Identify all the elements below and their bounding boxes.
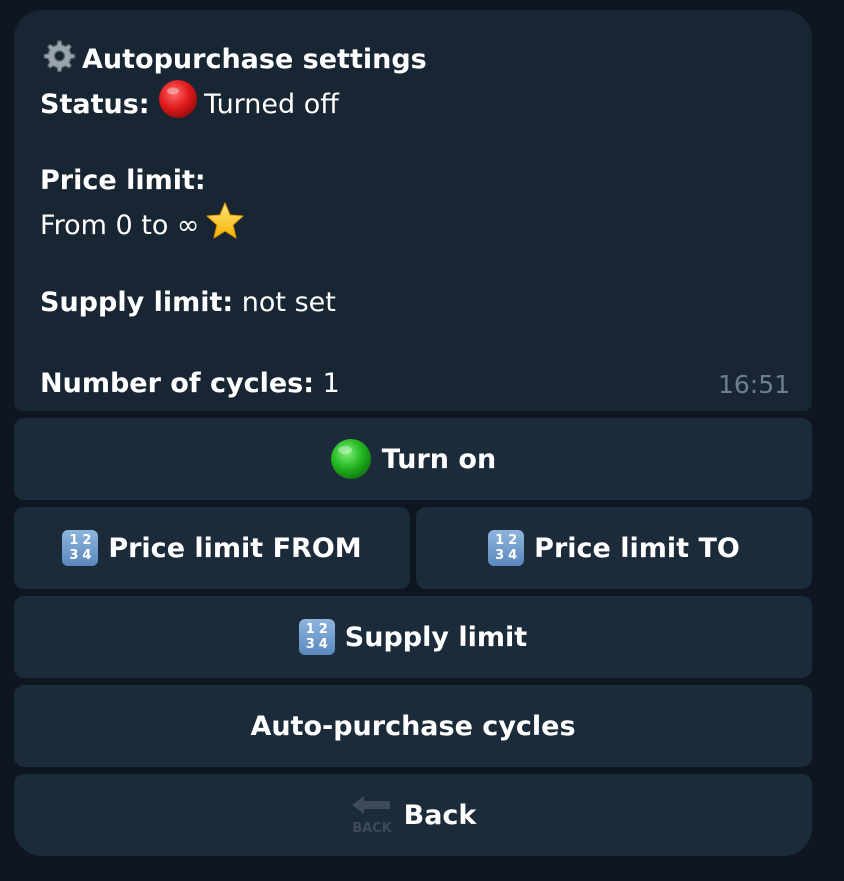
auto-purchase-cycles-label: Auto-purchase cycles <box>250 710 576 742</box>
green-circle-icon <box>330 438 372 480</box>
price-limit-line: From 0 to ∞ <box>40 201 786 242</box>
status-label: Status: <box>40 89 150 120</box>
svg-text:BACK: BACK <box>352 821 393 836</box>
message-bubble: Autopurchase settings Status: Turned off… <box>14 10 812 411</box>
numbers-icon: 1234 <box>298 619 335 655</box>
status-line: Status: Turned off <box>40 79 786 120</box>
cycles-label: Number of cycles: <box>40 368 315 399</box>
auto-purchase-cycles-button[interactable]: Auto-purchase cycles <box>14 685 812 767</box>
cycles-line: Number of cycles: 1 <box>40 363 786 404</box>
settings-title-line: Autopurchase settings <box>40 38 786 79</box>
price-limit-to-button[interactable]: 1234 Price limit TO <box>416 507 812 589</box>
supply-limit-label: Supply limit: <box>40 287 234 318</box>
price-limit-from-button[interactable]: 1234 Price limit FROM <box>14 507 410 589</box>
turn-on-label: Turn on <box>381 443 497 475</box>
supply-limit-line: Supply limit: not set <box>40 282 786 323</box>
message-time: 16:51 <box>717 370 790 399</box>
price-limit-to-label: Price limit TO <box>534 532 740 564</box>
price-limit-label: Price limit: <box>40 165 206 196</box>
turn-on-button[interactable]: Turn on <box>14 418 812 500</box>
back-button[interactable]: BACK Back <box>14 774 812 856</box>
back-arrow-icon: BACK <box>350 794 394 836</box>
red-circle-icon <box>158 79 198 131</box>
supply-limit-button-label: Supply limit <box>344 621 528 653</box>
supply-limit-value: not set <box>241 287 336 318</box>
numbers-icon: 1234 <box>62 530 99 566</box>
star-icon <box>205 201 245 253</box>
numbers-icon: 1234 <box>488 530 525 566</box>
price-limit-value: From 0 to ∞ <box>40 210 200 241</box>
supply-limit-button[interactable]: 1234 Supply limit <box>14 596 812 678</box>
back-label: Back <box>403 799 477 831</box>
status-value: Turned off <box>204 89 339 120</box>
price-limit-from-label: Price limit FROM <box>108 532 362 564</box>
settings-title: Autopurchase settings <box>82 44 427 75</box>
cycles-value: 1 <box>322 368 340 399</box>
